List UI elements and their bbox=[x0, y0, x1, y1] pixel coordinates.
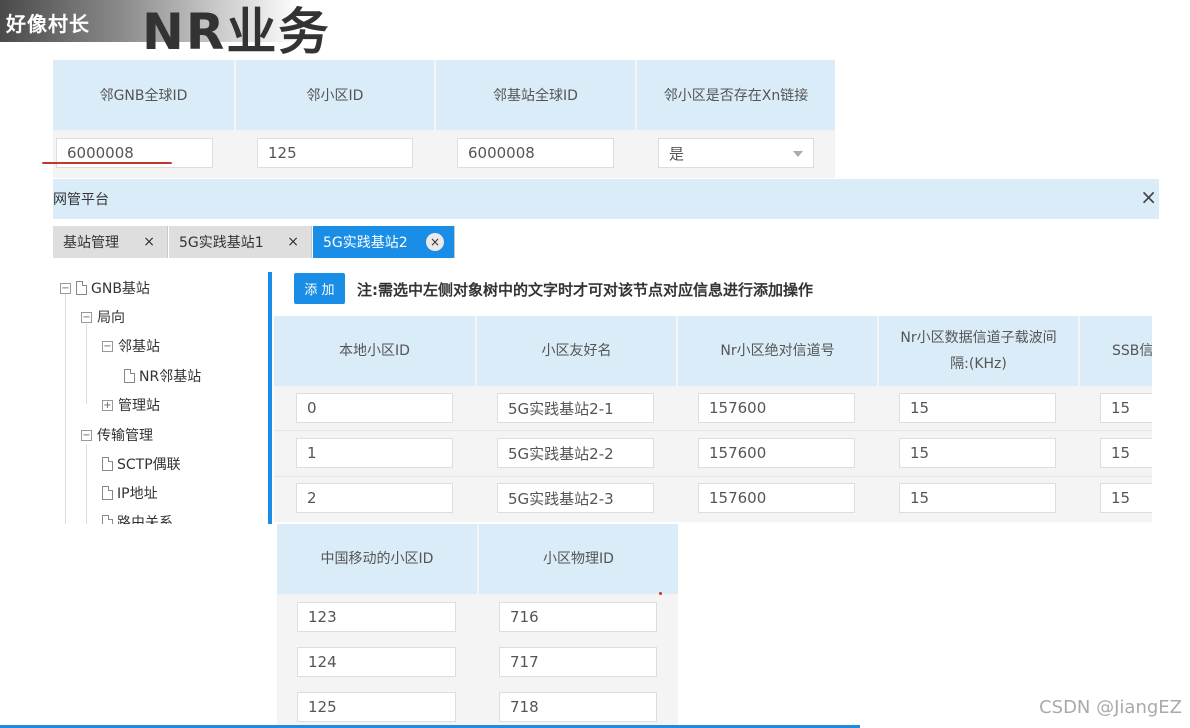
neighbor-station-id-field[interactable]: 6000008 bbox=[457, 138, 614, 168]
physical-cell-id-field[interactable]: 718 bbox=[499, 692, 657, 722]
local-cell-id-field[interactable]: 2 bbox=[296, 483, 453, 513]
window-header: 网管平台 × bbox=[53, 179, 1159, 219]
pane-splitter[interactable] bbox=[268, 272, 272, 524]
xn-link-value: 是 bbox=[669, 144, 685, 163]
channel-number-field[interactable]: 157600 bbox=[698, 483, 855, 513]
column-header: 邻GNB全球ID bbox=[53, 60, 234, 130]
column-header: 小区友好名 bbox=[477, 316, 676, 386]
tree-guide-line bbox=[65, 294, 66, 524]
chevron-down-icon bbox=[793, 151, 803, 157]
column-header: Nr小区绝对信道号 bbox=[678, 316, 877, 386]
tree-node-route[interactable]: 路由关系 bbox=[102, 512, 173, 524]
tree-node-label[interactable]: 管理站 bbox=[118, 395, 160, 415]
tab-label: 5G实践基站2 bbox=[323, 235, 408, 251]
ssb-field[interactable]: 15 bbox=[1100, 483, 1152, 513]
cell-name-field[interactable]: 5G实践基站2-2 bbox=[497, 438, 654, 468]
tree-node-direction[interactable]: − 局向 bbox=[81, 307, 125, 327]
tree-node-gnb[interactable]: − GNB基站 bbox=[60, 278, 150, 298]
add-button[interactable]: 添 加 bbox=[294, 273, 345, 304]
expand-icon[interactable]: + bbox=[102, 399, 113, 411]
collapse-icon[interactable]: − bbox=[102, 340, 113, 352]
tree-node-label[interactable]: NR邻基站 bbox=[139, 366, 201, 386]
subcarrier-spacing-field[interactable]: 15 bbox=[899, 393, 1056, 423]
column-header: 小区物理ID bbox=[479, 524, 678, 594]
cmcc-cell-id-field[interactable]: 124 bbox=[297, 647, 456, 677]
xn-link-select[interactable]: 是 bbox=[658, 138, 814, 168]
ssb-field[interactable]: 15 bbox=[1100, 393, 1152, 423]
close-icon[interactable]: × bbox=[143, 234, 155, 250]
row-divider bbox=[274, 430, 1152, 431]
tree-guide-line bbox=[86, 444, 87, 524]
annotation-underline bbox=[42, 162, 172, 164]
local-cell-id-field[interactable]: 1 bbox=[296, 438, 453, 468]
local-cell-id-field[interactable]: 0 bbox=[296, 393, 453, 423]
tree-node-nr-neighbor[interactable]: NR邻基站 bbox=[124, 366, 201, 386]
document-icon bbox=[76, 281, 87, 295]
document-icon bbox=[102, 457, 113, 471]
tree-node-label[interactable]: 路由关系 bbox=[117, 512, 173, 524]
cmcc-cell-id-field[interactable]: 123 bbox=[297, 602, 456, 632]
tab-label: 5G实践基站1 bbox=[179, 235, 264, 251]
tree-node-ip[interactable]: IP地址 bbox=[102, 483, 158, 503]
physical-cell-id-field[interactable]: 716 bbox=[499, 602, 657, 632]
tree-node-transport[interactable]: − 传输管理 bbox=[81, 425, 153, 445]
watermark-text: CSDN @JiangEZ bbox=[1039, 697, 1182, 718]
tree-node-label[interactable]: SCTP偶联 bbox=[117, 454, 181, 474]
tree-node-neighbor-station[interactable]: − 邻基站 bbox=[102, 336, 160, 356]
channel-number-field[interactable]: 157600 bbox=[698, 438, 855, 468]
column-header: 中国移动的小区ID bbox=[277, 524, 477, 594]
row-divider bbox=[274, 476, 1152, 477]
collapse-icon[interactable]: − bbox=[81, 429, 92, 441]
column-header: 邻小区是否存在Xn链接 bbox=[637, 60, 835, 130]
window-title: 网管平台 bbox=[53, 192, 109, 208]
close-icon[interactable]: × bbox=[287, 234, 299, 250]
tree-guide-line bbox=[86, 324, 87, 404]
channel-number-field[interactable]: 157600 bbox=[698, 393, 855, 423]
hint-note: 注:需选中左侧对象树中的文字时才可对该节点对应信息进行添加操作 bbox=[357, 281, 814, 299]
physical-cell-id-field[interactable]: 717 bbox=[499, 647, 657, 677]
tree-node-management-station[interactable]: + 管理站 bbox=[102, 395, 160, 415]
subcarrier-spacing-field[interactable]: 15 bbox=[899, 483, 1056, 513]
tab-label: 基站管理 bbox=[63, 235, 119, 251]
neighbor-table: 邻GNB全球ID 邻小区ID 邻基站全球ID 邻小区是否存在Xn链接 60000… bbox=[53, 60, 835, 178]
subcarrier-spacing-field[interactable]: 15 bbox=[899, 438, 1056, 468]
tab-bar: 基站管理 × 5G实践基站1 × 5G实践基站2 × bbox=[53, 226, 455, 258]
cmcc-cell-id-field[interactable]: 125 bbox=[297, 692, 456, 722]
cell-table: 本地小区ID 小区友好名 Nr小区绝对信道号 Nr小区数据信道子载波间隔:(KH… bbox=[274, 316, 1152, 522]
column-header: SSB信 bbox=[1080, 316, 1152, 386]
tab-5g-station-1[interactable]: 5G实践基站1 × bbox=[169, 226, 312, 258]
tab-station-management[interactable]: 基站管理 × bbox=[53, 226, 168, 258]
neighbor-cell-id-field[interactable]: 125 bbox=[257, 138, 413, 168]
column-header: 本地小区ID bbox=[274, 316, 475, 386]
document-icon bbox=[102, 515, 113, 524]
close-icon[interactable]: × bbox=[426, 233, 444, 251]
tree-node-sctp[interactable]: SCTP偶联 bbox=[102, 454, 181, 474]
object-tree: − GNB基站 − 局向 − 邻基站 NR邻基站 + 管理站 − 传输管理 SC… bbox=[60, 276, 265, 524]
slide-title: NR业务 bbox=[142, 3, 331, 61]
tree-node-label[interactable]: 局向 bbox=[97, 307, 125, 327]
column-header: 邻小区ID bbox=[236, 60, 434, 130]
ssb-field[interactable]: 15 bbox=[1100, 438, 1152, 468]
column-header: Nr小区数据信道子载波间隔:(KHz) bbox=[879, 316, 1078, 386]
cell-id-table: 中国移动的小区ID 小区物理ID 123 716 124 717 125 718 bbox=[277, 524, 678, 728]
tree-node-label[interactable]: GNB基站 bbox=[91, 278, 150, 298]
tree-node-label[interactable]: 传输管理 bbox=[97, 425, 153, 445]
document-icon bbox=[102, 486, 113, 500]
tab-5g-station-2[interactable]: 5G实践基站2 × bbox=[313, 226, 455, 258]
close-icon[interactable]: × bbox=[1140, 185, 1157, 209]
column-header: 邻基站全球ID bbox=[436, 60, 635, 130]
cell-name-field[interactable]: 5G实践基站2-1 bbox=[497, 393, 654, 423]
collapse-icon[interactable]: − bbox=[81, 311, 92, 323]
document-icon bbox=[124, 369, 135, 383]
collapse-icon[interactable]: − bbox=[60, 282, 71, 294]
tree-node-label[interactable]: 邻基站 bbox=[118, 336, 160, 356]
annotation-mark bbox=[659, 592, 662, 595]
cell-name-field[interactable]: 5G实践基站2-3 bbox=[497, 483, 654, 513]
channel-name: 好像村长 bbox=[6, 12, 90, 36]
tree-node-label[interactable]: IP地址 bbox=[117, 483, 158, 503]
